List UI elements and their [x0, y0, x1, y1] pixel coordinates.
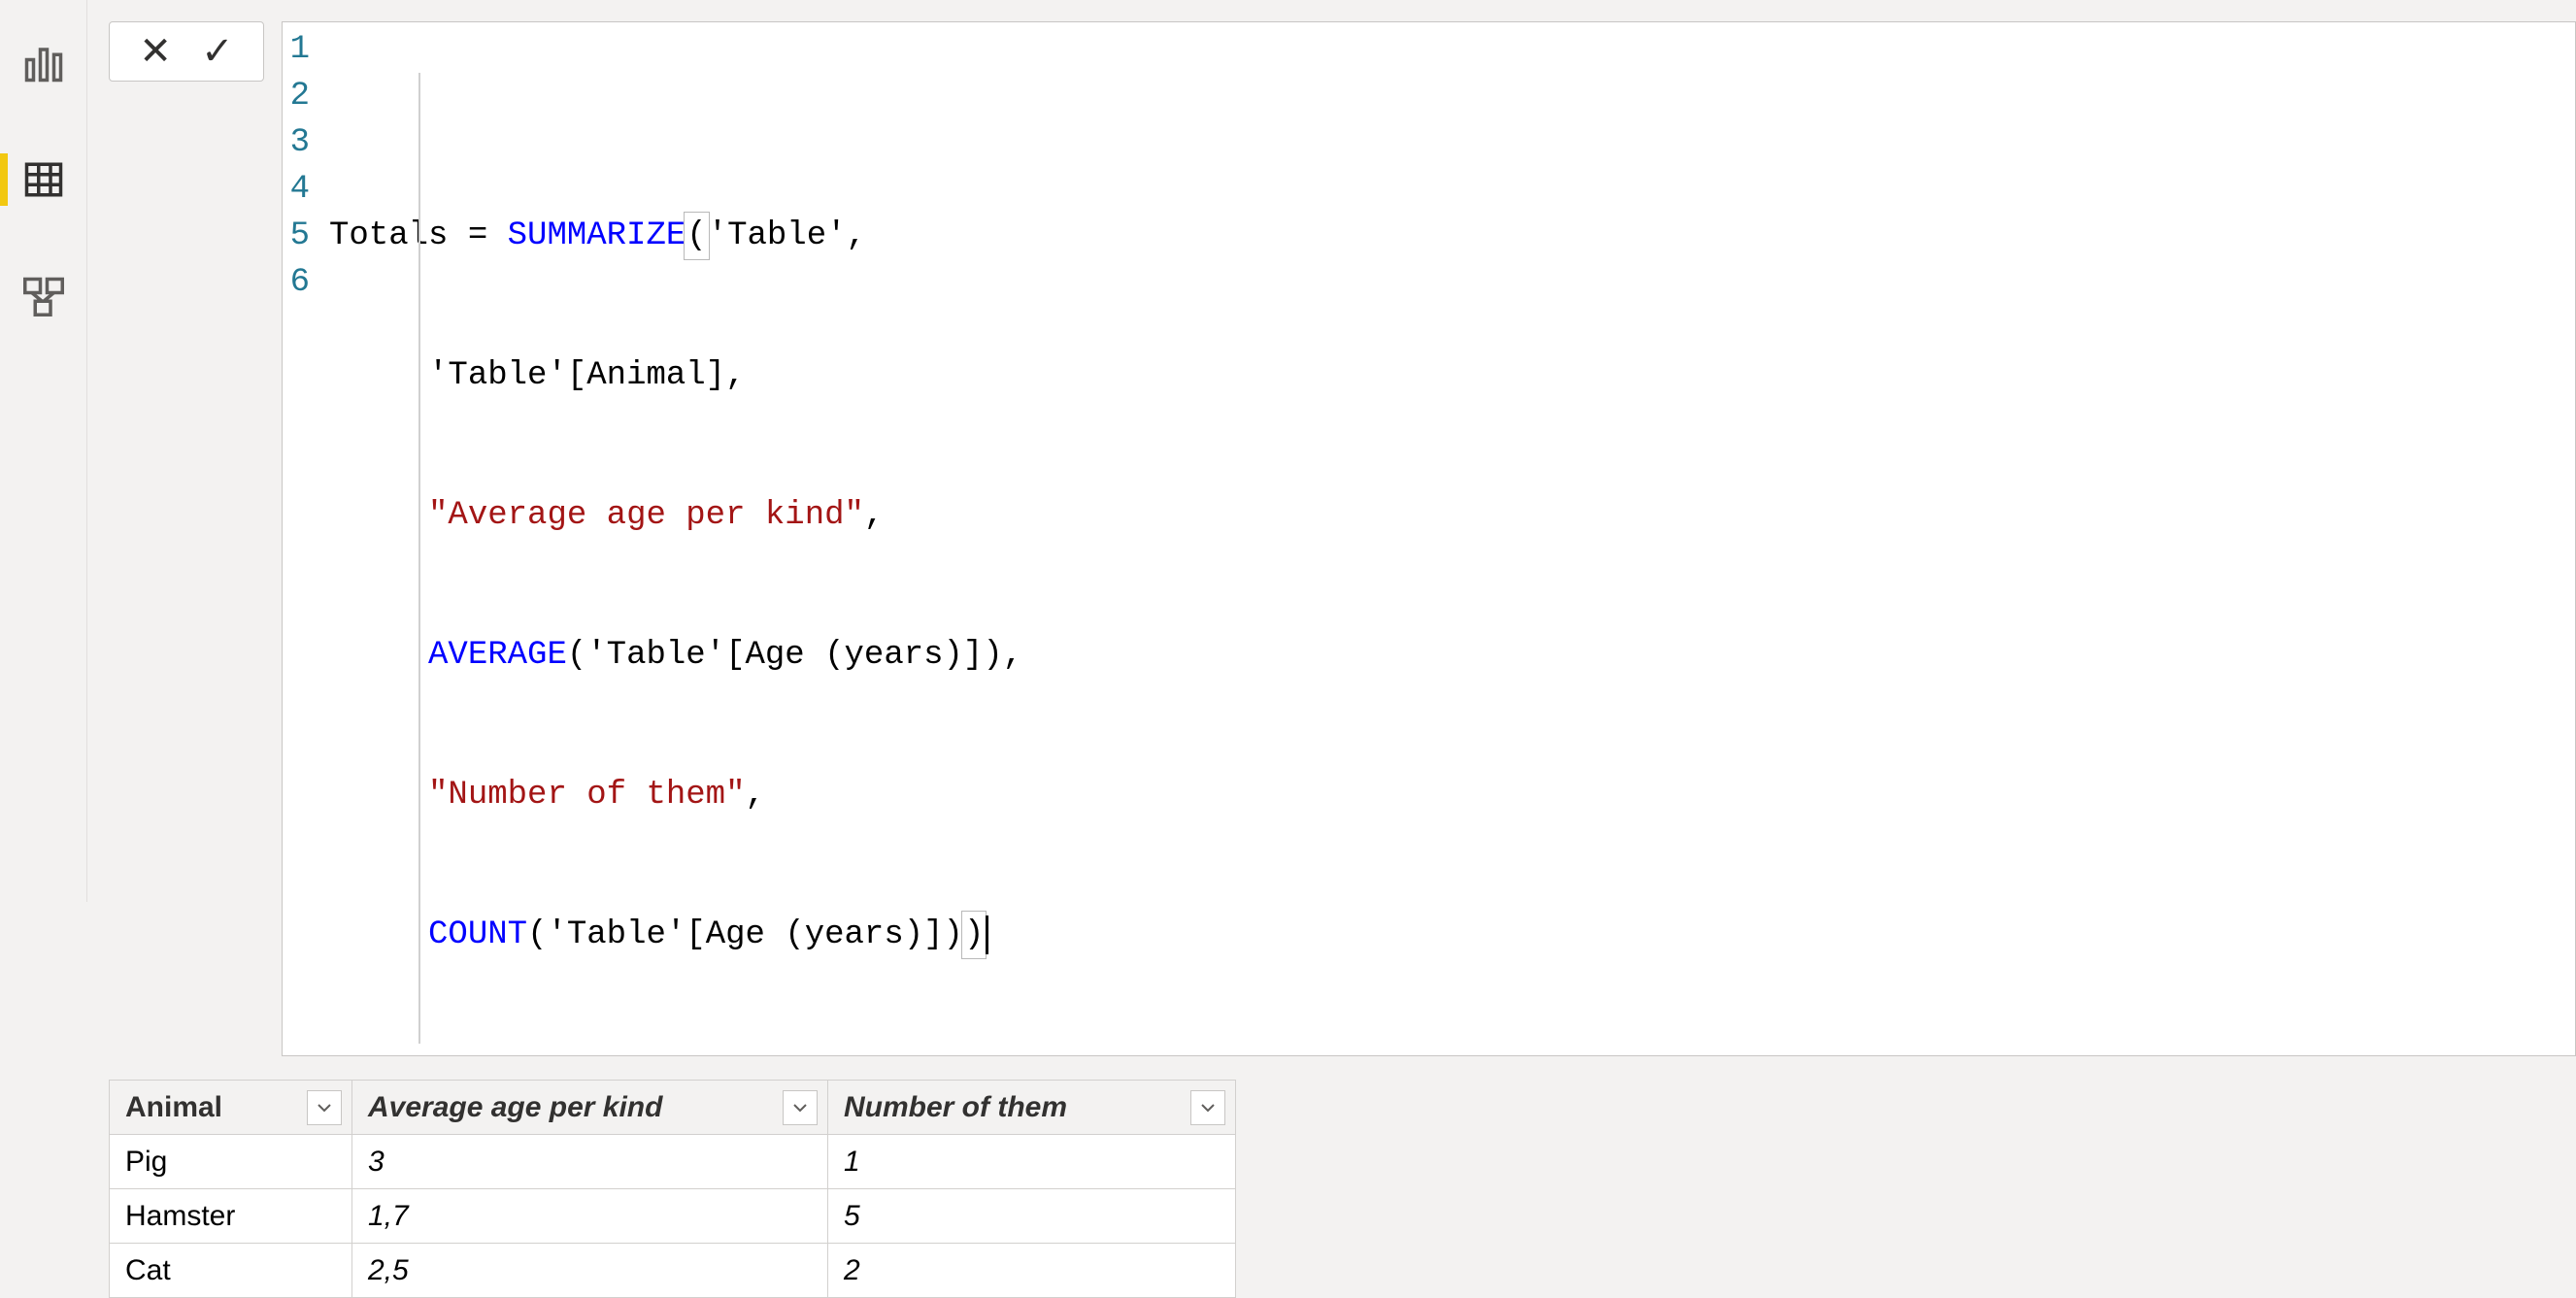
data-view-button[interactable] — [0, 146, 87, 214]
data-grid[interactable]: Animal Average age per kind Number of th… — [109, 1080, 1236, 1298]
cell-num[interactable]: 2 — [828, 1244, 1236, 1298]
cell-num[interactable]: 1 — [828, 1135, 1236, 1189]
line-number: 2 — [286, 73, 310, 119]
filter-button[interactable] — [783, 1090, 818, 1125]
cell-avg[interactable]: 2,5 — [352, 1244, 828, 1298]
cancel-button[interactable]: ✕ — [139, 32, 172, 71]
line-number: 3 — [286, 119, 310, 166]
column-header-num[interactable]: Number of them — [828, 1081, 1236, 1135]
formula-confirm-box: ✕ ✓ — [109, 21, 264, 82]
table-row[interactable]: Cat 2,5 2 — [110, 1244, 1236, 1298]
table-icon — [23, 159, 64, 200]
chevron-down-icon — [792, 1103, 808, 1113]
column-header-avg[interactable]: Average age per kind — [352, 1081, 828, 1135]
column-header-label: Animal — [125, 1091, 222, 1123]
code-line: "Number of them", — [329, 772, 2567, 818]
cell-animal[interactable]: Hamster — [110, 1189, 352, 1244]
indent-guide — [418, 73, 420, 1044]
code-line: AVERAGE('Table'[Age (years)]), — [329, 632, 2567, 679]
formula-bar-row: ✕ ✓ 1 2 3 4 5 6 Totals = SUMMARIZE('Tabl… — [87, 0, 2576, 1056]
chevron-down-icon — [1200, 1103, 1216, 1113]
line-number: 6 — [286, 259, 310, 306]
filter-button[interactable] — [307, 1090, 342, 1125]
column-header-label: Number of them — [844, 1091, 1067, 1123]
view-switcher — [0, 0, 87, 902]
line-number-gutter: 1 2 3 4 5 6 — [283, 22, 321, 1055]
column-header-animal[interactable]: Animal — [110, 1081, 352, 1135]
dax-editor[interactable]: 1 2 3 4 5 6 Totals = SUMMARIZE('Table', … — [282, 21, 2576, 1056]
table-row[interactable]: Hamster 1,7 5 — [110, 1189, 1236, 1244]
main-area: ✕ ✓ 1 2 3 4 5 6 Totals = SUMMARIZE('Tabl… — [87, 0, 2576, 902]
text-cursor — [986, 915, 988, 954]
report-view-button[interactable] — [0, 29, 87, 97]
cell-animal[interactable]: Pig — [110, 1135, 352, 1189]
filter-button[interactable] — [1190, 1090, 1225, 1125]
commit-button[interactable]: ✓ — [201, 32, 234, 71]
data-grid-wrap: Animal Average age per kind Number of th… — [109, 1080, 2576, 1298]
column-header-label: Average age per kind — [368, 1091, 662, 1123]
chevron-down-icon — [317, 1103, 332, 1113]
line-number: 4 — [286, 166, 310, 213]
model-icon — [23, 276, 64, 316]
cell-avg[interactable]: 3 — [352, 1135, 828, 1189]
code-line: Totals = SUMMARIZE('Table', — [329, 213, 2567, 259]
cell-avg[interactable]: 1,7 — [352, 1189, 828, 1244]
bar-chart-icon — [23, 43, 64, 83]
cell-animal[interactable]: Cat — [110, 1244, 352, 1298]
code-line: 'Table'[Animal], — [329, 352, 2567, 399]
code-area[interactable]: Totals = SUMMARIZE('Table', 'Table'[Anim… — [321, 22, 2575, 1055]
code-line: "Average age per kind", — [329, 492, 2567, 539]
line-number: 1 — [286, 26, 310, 73]
line-number: 5 — [286, 213, 310, 259]
table-row[interactable]: Pig 3 1 — [110, 1135, 1236, 1189]
code-line: COUNT('Table'[Age (years)])) — [329, 912, 2567, 958]
header-row: Animal Average age per kind Number of th… — [110, 1081, 1236, 1135]
model-view-button[interactable] — [0, 262, 87, 330]
cell-num[interactable]: 5 — [828, 1189, 1236, 1244]
